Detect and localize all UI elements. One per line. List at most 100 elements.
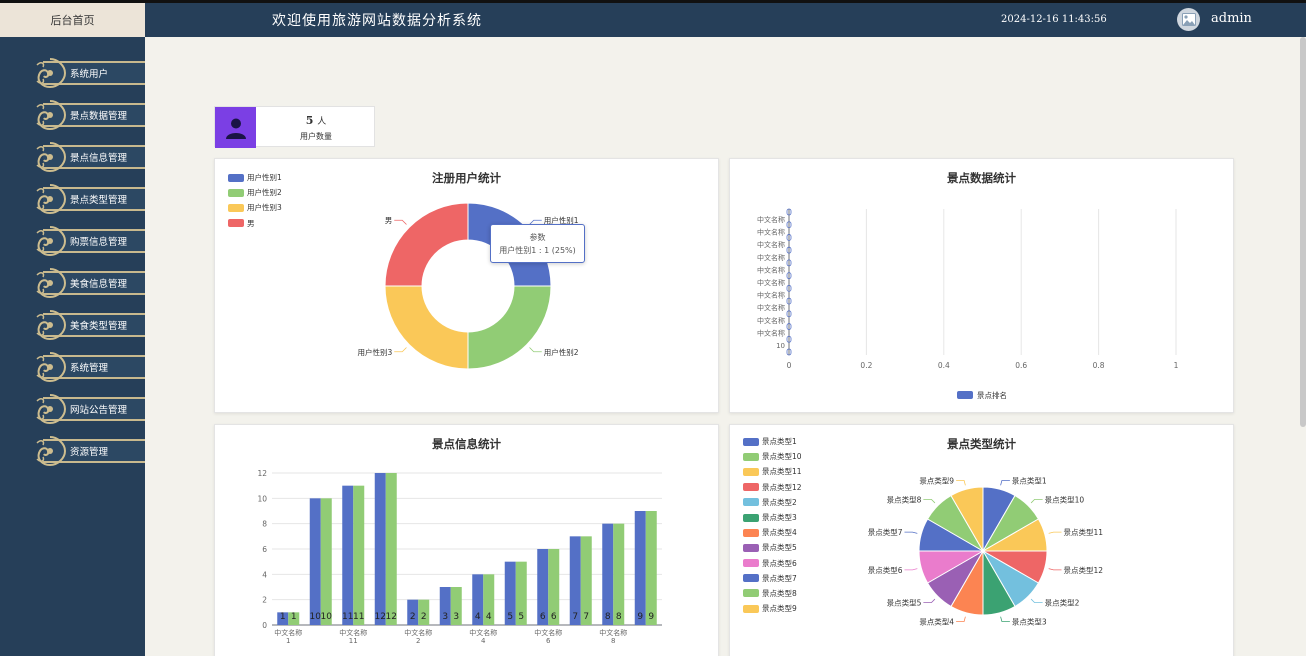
slice-label: 景点类型12 — [1064, 565, 1104, 575]
x-tick-label: 中文名称 — [534, 628, 562, 637]
ornament-icon — [36, 142, 67, 173]
bar-value-label: 11 — [353, 612, 364, 622]
bar-value-label: 11 — [342, 612, 353, 622]
x-tick-label: 4 — [481, 637, 486, 645]
bar-value-label: 9 — [648, 612, 654, 622]
label-line — [1000, 480, 1010, 486]
y-tick-label: 中文名称 — [757, 316, 785, 325]
pie-slice — [467, 285, 552, 370]
sidebar-item[interactable]: 网站公告管理 — [33, 393, 145, 425]
y-tick-label: 8 — [262, 520, 267, 529]
sidebar-item-label: 景点数据管理 — [70, 111, 128, 122]
sidebar-item-label: 购票信息管理 — [70, 237, 128, 248]
label-line — [956, 480, 966, 486]
bar — [634, 511, 646, 625]
bar-value-label: 2 — [410, 612, 416, 622]
ornament-icon — [36, 436, 67, 467]
sidebar-item[interactable]: 景点类型管理 — [33, 183, 145, 215]
sidebar-item[interactable]: 美食类型管理 — [33, 309, 145, 341]
chart-tooltip: 参数 用户性别1 : 1 (25%) — [490, 224, 585, 263]
x-tick-label: 1 — [1174, 361, 1179, 370]
slice-label: 景点类型3 — [1012, 617, 1047, 627]
sidebar-item[interactable]: 资源管理 — [33, 435, 145, 467]
scenic-data-chart-card: 景点数据统计 0 0.2 0.4 0.6 0.8 1 中文名称 中文名称 中文名称 中文名称 中文名… — [729, 158, 1234, 413]
x-tick-label: 6 — [546, 637, 551, 645]
ornament-icon — [36, 268, 67, 299]
username[interactable]: admin — [1211, 11, 1252, 26]
pie-chart: 景点类型1 景点类型10 景点类型11 景点类型12 景点类型2 景点类型3 景点类型4 景点… — [868, 475, 1104, 627]
scenic-info-chart-card: 景点信息统计 0 2 4 6 8 10 12 1 10 11 12 2 3 4 5 6 7 8 9 1 10 11 12 2 3… — [214, 424, 719, 656]
sidebar-item[interactable]: 系统管理 — [33, 351, 145, 383]
page-scrollbar[interactable] — [1300, 37, 1306, 427]
user-count-label: 用户数量 — [300, 132, 332, 141]
x-tick-label: 中文名称 — [599, 628, 627, 637]
sidebar-item[interactable]: 购票信息管理 — [33, 225, 145, 257]
label-line — [1030, 498, 1043, 504]
sidebar-item-label: 资源管理 — [70, 447, 109, 458]
user-count-card: 5 人 用户数量 — [214, 106, 375, 148]
bar-value-label: 8 — [616, 612, 622, 622]
tooltip-title: 参数 — [529, 233, 546, 242]
system-title: 欢迎使用旅游网站数据分析系统 — [272, 13, 482, 29]
slice-label: 景点类型10 — [1045, 494, 1085, 504]
label-line — [1000, 616, 1010, 622]
sidebar-item-label: 系统管理 — [70, 363, 109, 374]
x-tick-label: 0.4 — [938, 361, 950, 370]
sidebar-item[interactable]: 景点数据管理 — [33, 99, 145, 131]
slice-label: 景点类型7 — [868, 527, 903, 537]
y-tick-label: 中文名称 — [757, 228, 785, 237]
bar-value-label: 1 — [291, 612, 297, 622]
label-line — [1030, 598, 1043, 604]
user-register-chart-card: 注册用户统计 用户性别1 用户性别2 用户性别3 男 用户性别1 用户性别2 用户性别3 男 — [214, 158, 719, 413]
slice-label: 用户性别3 — [357, 347, 392, 357]
slice-label: 用户性别2 — [544, 347, 579, 357]
slice-label: 景点类型8 — [887, 494, 922, 504]
ornament-icon — [36, 226, 67, 257]
label-line — [1048, 568, 1062, 571]
scenic-type-chart-card: 景点类型统计 景点类型1 景点类型10 景点类型11 景点类型12 景点类型2 景点类型3… — [729, 424, 1234, 656]
slice-label: 景点类型5 — [887, 598, 922, 608]
label-line — [904, 531, 918, 534]
bar — [613, 523, 625, 625]
label-line — [529, 347, 542, 353]
slice-label: 男 — [385, 216, 393, 225]
tooltip-text: 用户性别1 : 1 (25%) — [499, 246, 576, 255]
x-tick-label: 中文名称 — [339, 628, 367, 637]
y-tick-label: 中文名称 — [757, 328, 785, 337]
ornament-icon — [36, 58, 67, 89]
bar — [374, 473, 386, 625]
sidebar-item[interactable]: 景点信息管理 — [33, 141, 145, 173]
y-tick-label: 中文名称 — [757, 265, 785, 274]
y-tick-label: 0 — [262, 621, 267, 630]
slice-label: 景点类型11 — [1064, 527, 1104, 537]
top-bar: 后台首页 欢迎使用旅游网站数据分析系统 2024-12-16 11:43:56 … — [0, 0, 1306, 37]
label-line — [394, 347, 407, 353]
avatar[interactable] — [1177, 8, 1200, 31]
x-tick-label: 0.8 — [1093, 361, 1105, 370]
ornament-icon — [36, 100, 67, 131]
sidebar-item[interactable]: 系统用户 — [33, 57, 145, 89]
datetime: 2024-12-16 11:43:56 — [1001, 14, 1107, 25]
bar-value-label: 3 — [453, 612, 459, 622]
sidebar-item-label: 系统用户 — [70, 69, 109, 80]
home-tab[interactable]: 后台首页 — [0, 3, 145, 37]
x-tick-label: 8 — [611, 637, 615, 645]
image-placeholder-icon — [1181, 13, 1196, 26]
label-line — [923, 498, 936, 504]
ornament-icon — [36, 394, 67, 425]
y-tick-label: 10 — [776, 342, 785, 350]
sidebar-item[interactable]: 美食信息管理 — [33, 267, 145, 299]
x-tick-label: 2 — [416, 637, 420, 645]
bar — [320, 498, 332, 625]
bar-value-label: 5 — [507, 612, 513, 622]
bar-value-label: 6 — [551, 612, 557, 622]
label-line — [394, 219, 407, 225]
x-tick-label: 11 — [349, 637, 358, 645]
bar-value-label: 2 — [421, 612, 427, 622]
sidebar: 系统用户景点数据管理景点信息管理 景点类型管理购票信息管理美食信息管理 美食类型管理… — [0, 37, 145, 656]
slice-label: 景点类型4 — [919, 617, 954, 627]
pie-slice — [384, 285, 469, 370]
x-tick-label: 0.2 — [860, 361, 872, 370]
y-tick-label: 4 — [262, 570, 267, 579]
legend-swatch — [957, 391, 973, 399]
